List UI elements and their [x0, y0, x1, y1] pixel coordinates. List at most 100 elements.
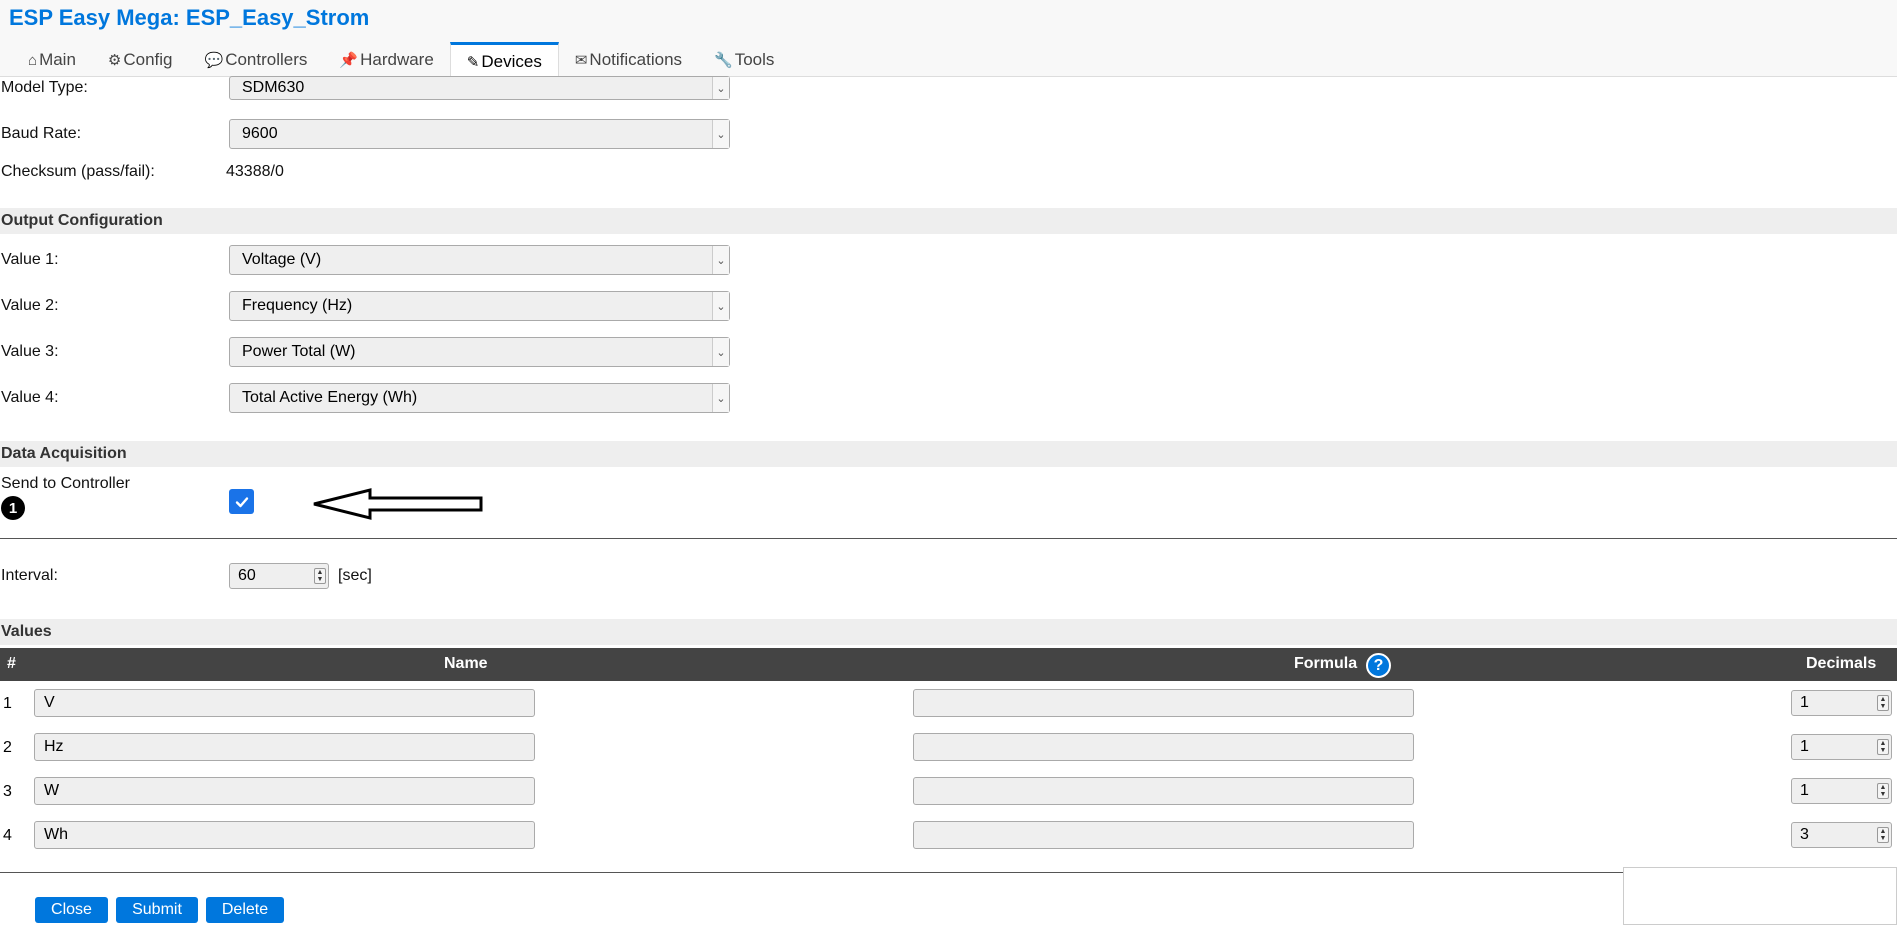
divider: [0, 538, 1897, 539]
section-values: Values: [0, 619, 1897, 645]
select-value: Power Total (W): [242, 343, 356, 360]
row-index: 1: [3, 695, 12, 712]
interval-label: Interval:: [1, 567, 58, 584]
formula-input[interactable]: [913, 821, 1414, 849]
model-type-value: SDM630: [242, 79, 305, 96]
column-name: Name: [444, 655, 488, 672]
value-name-input[interactable]: Wh: [34, 821, 535, 849]
home-icon: ⌂: [28, 51, 38, 69]
select-value: Total Active Energy (Wh): [242, 389, 418, 406]
tab-label: Hardware: [360, 50, 434, 69]
submit-button[interactable]: Submit: [116, 897, 198, 923]
send-to-controller-label: Send to Controller: [1, 475, 130, 492]
tab-label: Devices: [481, 51, 542, 71]
close-button[interactable]: Close: [35, 897, 108, 923]
overlay-panel: [1623, 867, 1897, 925]
column-index: #: [7, 655, 16, 672]
decimals-input[interactable]: 1 ▲ ▼: [1791, 690, 1892, 716]
table-row: 4 Wh 3 ▲ ▼: [0, 821, 1897, 851]
tab-controllers[interactable]: 💬 Controllers: [189, 42, 324, 78]
chevron-down-icon: ⌄: [712, 338, 729, 366]
baud-rate-value: 9600: [242, 125, 278, 142]
values-table-header: # Name Formula ? Decimals: [0, 648, 1897, 681]
envelope-icon: ✉: [574, 52, 588, 69]
interval-input[interactable]: 60 ▲ ▼: [229, 563, 329, 589]
baud-rate-select[interactable]: 9600 ⌄: [229, 119, 730, 149]
value-3-label: Value 3:: [1, 343, 59, 360]
section-output-configuration: Output Configuration: [0, 208, 1897, 234]
row-index: 2: [3, 739, 12, 756]
device-edit-page: ESP Easy Mega: ESP_Easy_Strom ⌂ Main ⚙ C…: [0, 0, 1897, 925]
select-value: Voltage (V): [242, 251, 322, 268]
delete-button[interactable]: Delete: [206, 897, 284, 923]
interval-value: 60: [238, 567, 256, 584]
tab-devices[interactable]: ✎ Devices: [449, 42, 559, 79]
tab-notifications[interactable]: ✉ Notifications: [559, 42, 698, 78]
tab-hardware[interactable]: 📌 Hardware: [323, 42, 449, 78]
table-row: 1 V 1 ▲ ▼: [0, 689, 1897, 719]
value-4-select[interactable]: Total Active Energy (Wh) ⌄: [229, 383, 730, 413]
formula-input[interactable]: [913, 689, 1414, 717]
spinner-icon[interactable]: ▲ ▼: [1877, 827, 1889, 843]
tab-label: Main: [39, 50, 76, 69]
decimals-value: 3: [1800, 826, 1809, 843]
decimals-value: 1: [1800, 694, 1809, 711]
formula-input[interactable]: [913, 777, 1414, 805]
chevron-down-icon: ⌄: [712, 120, 729, 148]
baud-rate-label: Baud Rate:: [1, 125, 82, 142]
controller-number-badge: 1: [1, 496, 25, 520]
interval-unit: [sec]: [338, 567, 372, 584]
decimals-input[interactable]: 1 ▲ ▼: [1791, 734, 1892, 760]
value-name-input[interactable]: V: [34, 689, 535, 717]
tab-label: Notifications: [589, 50, 683, 69]
checksum-label: Checksum (pass/fail):: [1, 163, 155, 180]
value-name-input[interactable]: Hz: [34, 733, 535, 761]
chevron-down-icon: ⌄: [712, 292, 729, 320]
gear-icon: ⚙: [107, 52, 122, 69]
speech-bubble-icon: 💬: [204, 52, 224, 69]
value-2-label: Value 2:: [1, 297, 59, 314]
spinner-icon[interactable]: ▲ ▼: [1877, 783, 1889, 799]
tab-label: Controllers: [225, 50, 308, 69]
table-row: 3 W 1 ▲ ▼: [0, 777, 1897, 807]
row-index: 4: [3, 827, 12, 844]
chevron-down-icon: ⌄: [712, 246, 729, 274]
annotation-arrow-icon: [313, 488, 483, 520]
table-row: 2 Hz 1 ▲ ▼: [0, 733, 1897, 763]
pushpin-icon: 📌: [339, 52, 359, 69]
spinner-icon[interactable]: ▲ ▼: [314, 568, 326, 584]
value-1-select[interactable]: Voltage (V) ⌄: [229, 245, 730, 275]
main-tabs: ⌂ Main ⚙ Config 💬 Controllers 📌 Hardware…: [12, 42, 790, 79]
decimals-value: 1: [1800, 738, 1809, 755]
value-3-select[interactable]: Power Total (W) ⌄: [229, 337, 730, 367]
spinner-icon[interactable]: ▲ ▼: [1877, 739, 1889, 755]
section-data-acquisition: Data Acquisition: [0, 441, 1897, 467]
checksum-value: 43388/0: [226, 163, 284, 180]
decimals-input[interactable]: 1 ▲ ▼: [1791, 778, 1892, 804]
decimals-input[interactable]: 3 ▲ ▼: [1791, 822, 1892, 848]
send-to-controller-checkbox[interactable]: [229, 489, 254, 514]
help-icon[interactable]: ?: [1366, 653, 1391, 678]
tab-config[interactable]: ⚙ Config: [92, 42, 189, 78]
value-2-select[interactable]: Frequency (Hz) ⌄: [229, 291, 730, 321]
checkmark-icon: [235, 496, 248, 507]
tab-label: Tools: [734, 50, 775, 69]
header: ESP Easy Mega: ESP_Easy_Strom ⌂ Main ⚙ C…: [0, 0, 1897, 79]
wrench-icon: 🔧: [714, 52, 733, 69]
formula-input[interactable]: [913, 733, 1414, 761]
column-decimals: Decimals: [1806, 655, 1877, 672]
chevron-down-icon: ⌄: [712, 384, 729, 412]
column-formula: Formula: [1294, 655, 1358, 672]
value-4-label: Value 4:: [1, 389, 59, 406]
value-1-label: Value 1:: [1, 251, 59, 268]
tab-label: Config: [123, 50, 173, 69]
value-name-input[interactable]: W: [34, 777, 535, 805]
row-index: 3: [3, 783, 12, 800]
spinner-icon[interactable]: ▲ ▼: [1877, 695, 1889, 711]
model-type-select[interactable]: SDM630 ⌄: [229, 76, 730, 100]
pen-icon: ✎: [466, 53, 480, 71]
tab-main[interactable]: ⌂ Main: [12, 42, 92, 78]
decimals-value: 1: [1800, 782, 1809, 799]
tab-tools[interactable]: 🔧 Tools: [698, 42, 790, 78]
model-type-label: Model Type:: [1, 79, 88, 96]
